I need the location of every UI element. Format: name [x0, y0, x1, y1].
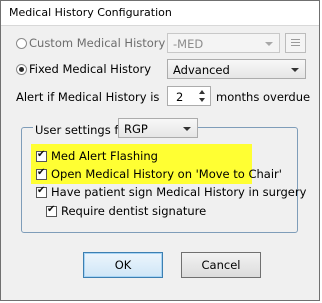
open-history-on-move-label: Open Medical History on 'Move to Chair': [51, 167, 282, 181]
custom-history-label: Custom Medical History: [29, 36, 166, 50]
open-history-on-move-checkbox[interactable]: [36, 167, 47, 180]
chevron-down-icon: [183, 127, 191, 131]
edit-custom-history-button[interactable]: [285, 33, 306, 53]
alert-suffix: months overdue: [216, 90, 311, 104]
alert-months-value: 2: [176, 90, 184, 104]
spin-down-icon[interactable]: [199, 98, 205, 102]
chevron-down-icon: [265, 42, 273, 46]
patient-sign-checkbox[interactable]: [36, 185, 47, 198]
spin-up-icon[interactable]: [199, 90, 205, 94]
fixed-history-combo-value: Advanced: [173, 63, 230, 77]
custom-history-radio[interactable]: [16, 38, 27, 49]
ok-button[interactable]: OK: [83, 252, 163, 278]
patient-sign-label: Have patient sign Medical History in sur…: [51, 185, 307, 199]
user-combo[interactable]: RGP: [118, 118, 198, 138]
fixed-history-label: Fixed Medical History: [29, 62, 152, 76]
custom-history-combo-value: -MED: [173, 37, 204, 51]
require-dentist-signature-checkbox[interactable]: [46, 204, 57, 217]
med-alert-flashing-checkbox[interactable]: [36, 149, 47, 162]
require-dentist-signature-label: Require dentist signature: [61, 204, 207, 218]
window-title: Medical History Configuration: [9, 6, 172, 19]
title-bar: Medical History Configuration: [1, 1, 319, 26]
user-combo-value: RGP: [124, 122, 148, 136]
custom-history-combo[interactable]: -MED: [167, 33, 280, 53]
cancel-button[interactable]: Cancel: [181, 252, 261, 278]
chevron-down-icon: [291, 68, 299, 72]
alert-label: Alert if Medical History is: [16, 90, 160, 104]
med-alert-flashing-label: Med Alert Flashing: [51, 149, 158, 163]
fixed-history-combo[interactable]: Advanced: [167, 59, 306, 79]
fixed-history-radio[interactable]: [16, 64, 27, 75]
dialog-window: Medical History Configuration Custom Med…: [0, 0, 320, 301]
list-icon: [291, 39, 300, 47]
alert-months-stepper[interactable]: 2: [167, 86, 211, 106]
